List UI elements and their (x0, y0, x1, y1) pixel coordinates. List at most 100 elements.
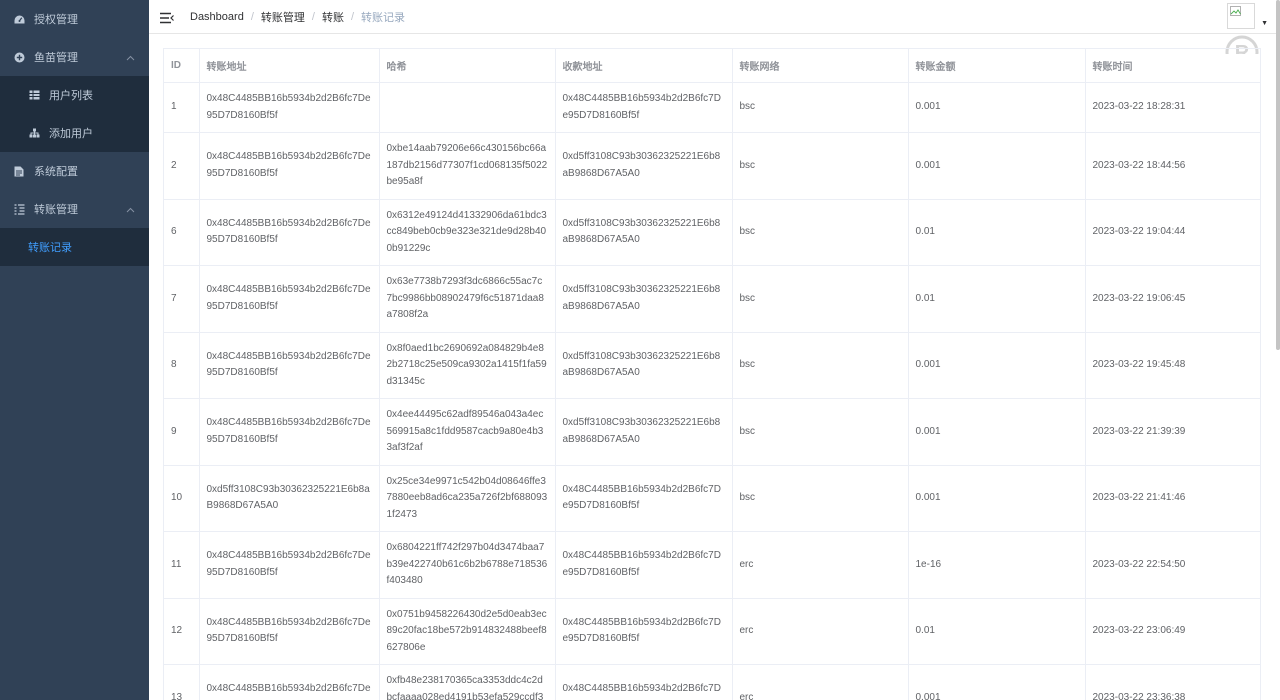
table-row[interactable]: 2 0x48C4485BB16b5934b2d2B6fc7De95D7D8160… (164, 132, 1260, 200)
breadcrumb: Dashboard / 转账管理 / 转账 / 转账记录 (190, 9, 405, 25)
column-header[interactable]: 转账地址 (199, 48, 380, 83)
cell-time: 2023-03-22 23:06:49 (1085, 598, 1260, 665)
scrollbar[interactable] (1276, 0, 1280, 350)
cell-hash: 0x0751b9458226430d2e5d0eab3ec89c20fac18b… (379, 598, 556, 665)
sidebar-item-user-list[interactable]: 用户列表 (0, 76, 149, 114)
cell-hash: 0x63e7738b7293f3dc6866c55ac7c7bc9986bb08… (379, 265, 556, 333)
transfer-table-container: ID 转账地址 哈希 收款地址 转账网络 转账金额 转账时间 1 0x48C44… (163, 48, 1261, 700)
sidebar-item-label: 用户列表 (49, 90, 93, 102)
submenu-transfer: 转账记录 (0, 228, 149, 266)
sidebar-item-add-user[interactable]: 添加用户 (0, 114, 149, 152)
cell-id: 13 (164, 664, 200, 700)
column-header[interactable]: 转账时间 (1085, 48, 1260, 83)
breadcrumb-item[interactable]: 转账 (322, 9, 344, 25)
cell-id: 12 (164, 598, 200, 665)
cell-time: 2023-03-22 18:44:56 (1085, 132, 1260, 200)
cell-network: bsc (732, 465, 909, 532)
breadcrumb-item[interactable]: 转账管理 (261, 9, 305, 25)
document-icon (13, 165, 25, 177)
cell-id: 6 (164, 199, 200, 266)
cell-network: bsc (732, 199, 909, 266)
cell-from: 0x48C4485BB16b5934b2d2B6fc7De95D7D8160Bf… (199, 199, 380, 266)
breadcrumb-item[interactable]: Dashboard (190, 11, 244, 23)
column-header[interactable]: 哈希 (379, 48, 556, 83)
table-header-row: ID 转账地址 哈希 收款地址 转账网络 转账金额 转账时间 (164, 48, 1260, 83)
main-content: Dashboard / 转账管理 / 转账 / 转账记录 ▼ R ID 转账地址 (149, 0, 1280, 700)
cell-to: 0xd5ff3108C93b30362325221E6b8aB9868D67A5… (555, 132, 733, 200)
cell-network: bsc (732, 398, 909, 466)
table-row[interactable]: 7 0x48C4485BB16b5934b2d2B6fc7De95D7D8160… (164, 265, 1260, 333)
chevron-up-icon (126, 204, 135, 216)
hamburger-icon[interactable] (160, 11, 174, 23)
cell-time: 2023-03-22 22:54:50 (1085, 531, 1260, 599)
sidebar-item-label: 转账记录 (28, 242, 72, 254)
sidebar-item-fry[interactable]: 鱼苗管理 (0, 38, 149, 76)
cell-amount: 0.001 (908, 398, 1086, 466)
table-icon (28, 89, 40, 101)
cell-from: 0x48C4485BB16b5934b2d2B6fc7De95D7D8160Bf… (199, 531, 380, 599)
cell-time: 2023-03-22 21:39:39 (1085, 398, 1260, 466)
table-row[interactable]: 10 0xd5ff3108C93b30362325221E6b8aB9868D6… (164, 465, 1260, 532)
cell-network: erc (732, 598, 909, 665)
cell-from: 0xd5ff3108C93b30362325221E6b8aB9868D67A5… (199, 465, 380, 532)
column-header[interactable]: 转账网络 (732, 48, 909, 83)
breadcrumb-current: 转账记录 (361, 11, 406, 24)
cell-id: 2 (164, 132, 200, 200)
sidebar-item-system-config[interactable]: 系统配置 (0, 152, 149, 190)
cell-amount: 0.001 (908, 465, 1086, 532)
cell-id: 1 (164, 82, 200, 133)
list-icon (13, 203, 25, 215)
cell-id: 11 (164, 531, 200, 599)
plus-circle-icon (13, 51, 25, 63)
table-row[interactable]: 12 0x48C4485BB16b5934b2d2B6fc7De95D7D816… (164, 598, 1260, 665)
cell-hash: 0x6312e49124d41332906da61bdc3cc849beb0cb… (379, 199, 556, 266)
cell-amount: 0.01 (908, 265, 1086, 333)
cell-time: 2023-03-22 18:28:31 (1085, 82, 1260, 133)
sidebar-item-label: 添加用户 (49, 128, 93, 140)
sidebar-item-transfer[interactable]: 转账管理 (0, 190, 149, 228)
sidebar-item-label: 转账管理 (34, 204, 78, 216)
sidebar-item-auth[interactable]: 授权管理 (0, 0, 149, 38)
sidebar-item-label: 鱼苗管理 (34, 52, 78, 64)
cell-from: 0x48C4485BB16b5934b2d2B6fc7De95D7D8160Bf… (199, 332, 380, 399)
cell-amount: 1e-16 (908, 531, 1086, 599)
cell-to: 0x48C4485BB16b5934b2d2B6fc7De95D7D8160Bf… (555, 664, 733, 700)
cell-network: bsc (732, 132, 909, 200)
submenu-fry: 用户列表 添加用户 (0, 76, 149, 152)
cell-time: 2023-03-22 21:41:46 (1085, 465, 1260, 532)
cell-hash: 0x25ce34e9971c542b04d08646ffe37880eeb8ad… (379, 465, 556, 532)
cell-from: 0x48C4485BB16b5934b2d2B6fc7De95D7D8160Bf… (199, 664, 380, 700)
cell-amount: 0.01 (908, 598, 1086, 665)
breadcrumb-separator: / (250, 10, 254, 23)
column-header[interactable]: ID (164, 48, 200, 83)
navbar: Dashboard / 转账管理 / 转账 / 转账记录 ▼ R (149, 0, 1280, 54)
cell-to: 0xd5ff3108C93b30362325221E6b8aB9868D67A5… (555, 332, 733, 399)
column-header[interactable]: 收款地址 (555, 48, 733, 83)
sidebar-item-label: 系统配置 (34, 166, 78, 178)
avatar[interactable] (1227, 3, 1255, 29)
cell-amount: 0.001 (908, 132, 1086, 200)
table-row[interactable]: 6 0x48C4485BB16b5934b2d2B6fc7De95D7D8160… (164, 199, 1260, 266)
sidebar-item-transfer-records[interactable]: 转账记录 (0, 228, 149, 266)
cell-hash: 0xbe14aab79206e66c430156bc66a187db2156d7… (379, 132, 556, 200)
cell-id: 10 (164, 465, 200, 532)
cell-network: bsc (732, 265, 909, 333)
cell-to: 0xd5ff3108C93b30362325221E6b8aB9868D67A5… (555, 398, 733, 466)
cell-amount: 0.001 (908, 332, 1086, 399)
cell-id: 8 (164, 332, 200, 399)
cell-network: bsc (732, 82, 909, 133)
cell-to: 0xd5ff3108C93b30362325221E6b8aB9868D67A5… (555, 265, 733, 333)
cell-hash: 0x6804221ff742f297b04d3474baa7b39e422740… (379, 531, 556, 599)
table-row[interactable]: 1 0x48C4485BB16b5934b2d2B6fc7De95D7D8160… (164, 82, 1260, 133)
cell-amount: 0.001 (908, 82, 1086, 133)
cell-time: 2023-03-22 19:06:45 (1085, 265, 1260, 333)
table-row[interactable]: 11 0x48C4485BB16b5934b2d2B6fc7De95D7D816… (164, 531, 1260, 599)
column-header[interactable]: 转账金额 (908, 48, 1086, 83)
cell-to: 0x48C4485BB16b5934b2d2B6fc7De95D7D8160Bf… (555, 82, 733, 133)
table-row[interactable]: 8 0x48C4485BB16b5934b2d2B6fc7De95D7D8160… (164, 332, 1260, 399)
cell-to: 0x48C4485BB16b5934b2d2B6fc7De95D7D8160Bf… (555, 598, 733, 665)
table-row[interactable]: 13 0x48C4485BB16b5934b2d2B6fc7De95D7D816… (164, 664, 1260, 700)
caret-down-icon[interactable]: ▼ (1261, 20, 1268, 27)
table-row[interactable]: 9 0x48C4485BB16b5934b2d2B6fc7De95D7D8160… (164, 398, 1260, 466)
cell-hash: 0xfb48e238170365ca3353ddc4c2dbcfaaaa028e… (379, 664, 556, 700)
